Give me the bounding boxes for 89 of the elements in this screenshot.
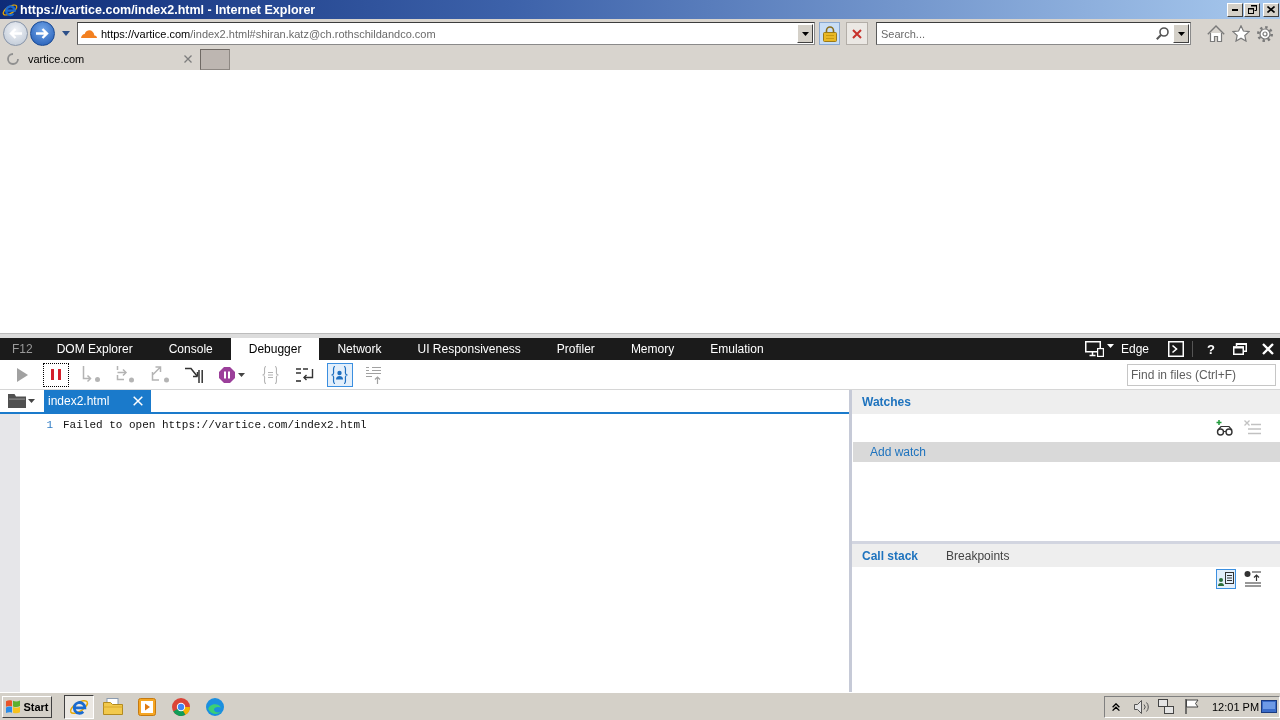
search-input[interactable]: Search... — [877, 24, 1156, 43]
window-title: https://vartice.com/index2.html - Internet Explorer — [20, 2, 316, 17]
console-icon[interactable] — [1168, 341, 1184, 357]
caret-icon — [28, 399, 35, 403]
devtools-label: F12 — [11, 341, 34, 358]
play-icon — [16, 367, 28, 382]
caret-icon[interactable] — [62, 31, 70, 36]
browser-button[interactable] — [64, 694, 94, 719]
new-tab-button[interactable] — [200, 48, 230, 70]
just-my-code-button[interactable] — [326, 362, 353, 387]
restore-button[interactable] — [1244, 2, 1260, 17]
star-icon[interactable] — [1232, 25, 1250, 42]
devtools-tab[interactable]: Memory — [612, 338, 693, 360]
flag-icon[interactable] — [1185, 699, 1199, 714]
close-icon — [1267, 6, 1275, 13]
padlock-icon — [822, 25, 837, 42]
forward-button[interactable] — [30, 21, 55, 46]
speaker-icon[interactable] — [1134, 699, 1150, 714]
stop-button[interactable] — [846, 22, 868, 45]
chevron-up-icon[interactable] — [1112, 702, 1120, 711]
braces-person-icon — [331, 365, 348, 384]
caret-icon — [1106, 344, 1114, 348]
dropdown-button[interactable] — [1173, 24, 1189, 43]
wave-circle-icon — [206, 697, 224, 716]
play-tile-icon — [138, 697, 156, 716]
folder-icon — [103, 698, 123, 715]
devtools-tab[interactable]: Debugger — [230, 338, 320, 360]
arrow-bars-icon — [184, 366, 203, 383]
home-icon[interactable] — [1207, 25, 1225, 42]
address-field[interactable]: https://vartice.com/index2.html#shiran.katz@ch.rothschildandco.com — [77, 22, 815, 45]
spinner-icon — [7, 53, 19, 65]
devtools-tab[interactable]: Profiler — [538, 338, 613, 360]
restore-icon — [1247, 5, 1257, 14]
desktop-icon[interactable] — [1261, 700, 1277, 713]
panel-tab[interactable]: Call stack — [862, 548, 919, 563]
frames-button[interactable] — [1216, 569, 1236, 589]
line-number: 1 — [45, 419, 53, 431]
step-over-icon — [116, 366, 135, 383]
folder-icon — [8, 394, 26, 408]
options-button[interactable] — [1242, 569, 1262, 589]
devtools-tab[interactable]: Network — [319, 338, 400, 360]
code-line: Failed to open https://vartice.com/index2.html — [63, 419, 367, 431]
restore-icon[interactable] — [1233, 343, 1247, 355]
dot-lines-icon — [1243, 571, 1261, 587]
panel-title: Watches — [862, 395, 911, 409]
close-button[interactable] — [1263, 2, 1279, 17]
e-logo-icon — [2, 1, 18, 18]
help-button[interactable]: ? — [1206, 340, 1216, 358]
find-field[interactable]: Find in files (Ctrl+F) — [1127, 363, 1276, 386]
mode-dropdown[interactable]: Edge — [1084, 339, 1149, 359]
file-tab[interactable]: index2.html — [44, 390, 151, 412]
dropdown-button[interactable] — [797, 24, 813, 43]
cross-icon — [852, 28, 862, 39]
step-into-icon — [81, 366, 100, 383]
devtools-tab[interactable]: Console — [150, 338, 231, 360]
panel-tab[interactable]: Breakpoints — [946, 548, 1010, 563]
list-arrow-icon — [365, 365, 382, 384]
devtools-tab[interactable]: DOM Explorer — [38, 338, 151, 360]
caret-icon — [1177, 31, 1185, 36]
network-icon[interactable] — [1158, 699, 1174, 714]
wrap-arrow-icon — [296, 366, 315, 383]
pause-button[interactable] — [43, 362, 70, 387]
cross-list-icon — [1244, 420, 1262, 436]
cloud-icon — [80, 29, 98, 38]
glasses-plus-icon — [1216, 420, 1234, 436]
devtools-tab[interactable]: UI Responsiveness — [399, 338, 539, 360]
start-button[interactable]: Start — [2, 695, 52, 718]
right-arrow-icon — [36, 28, 49, 39]
add-watch-button[interactable] — [1215, 418, 1235, 438]
left-arrow-icon — [9, 28, 22, 39]
settings-icon[interactable] — [1256, 24, 1274, 43]
search-icon[interactable] — [1156, 27, 1169, 40]
step-out-icon — [150, 366, 169, 383]
minimize-icon — [1232, 8, 1238, 11]
window-flag-icon — [5, 699, 22, 714]
monitor-icon — [1084, 341, 1104, 357]
person-list-icon — [1218, 572, 1234, 586]
search-field[interactable]: Search... — [876, 22, 1191, 45]
add-watch-item[interactable]: Add watch — [853, 442, 1280, 462]
pause-icon — [51, 369, 62, 380]
octagon-pause-icon — [219, 366, 236, 383]
minimize-button[interactable] — [1227, 2, 1243, 17]
devtools-tab[interactable]: Emulation — [692, 338, 782, 360]
braces-icon — [262, 365, 280, 384]
lock-button[interactable] — [819, 22, 840, 45]
tricolor-circle-icon — [172, 697, 190, 716]
caret-icon — [801, 31, 809, 36]
clock: 12:01 PM — [1212, 700, 1260, 713]
caret-icon — [238, 372, 246, 377]
